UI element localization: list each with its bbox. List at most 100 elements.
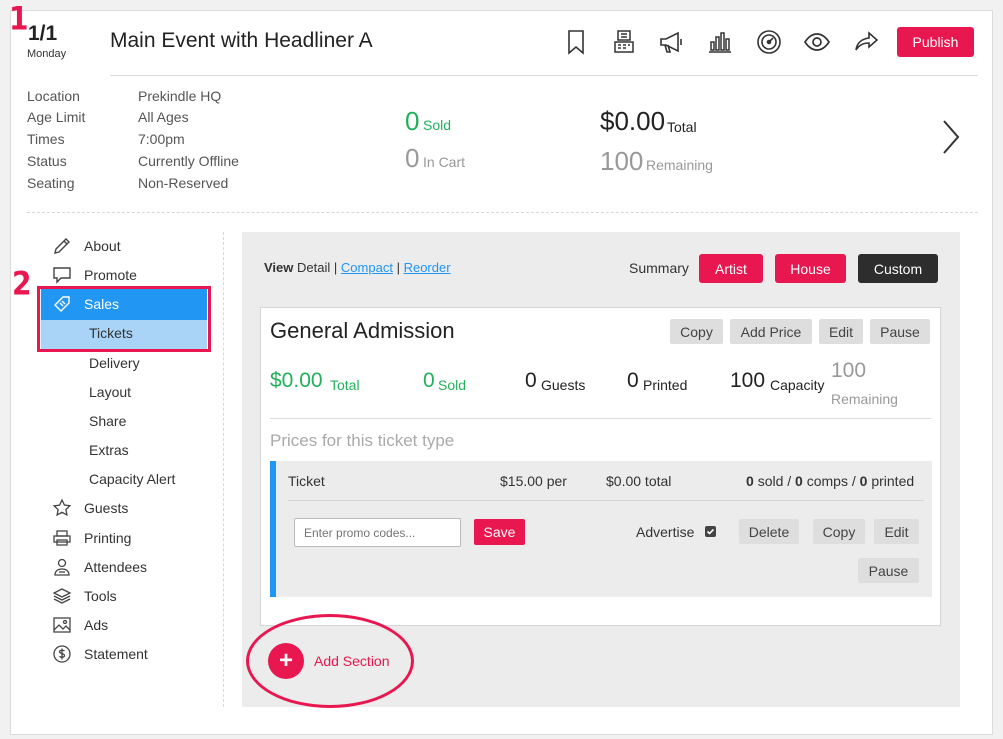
copy-ticket-type-button[interactable]: Copy xyxy=(670,319,723,344)
share-icon[interactable] xyxy=(852,28,880,56)
sidebar-subitem-delivery[interactable]: Delivery xyxy=(89,355,140,371)
sidebar-subitem-layout[interactable]: Layout xyxy=(89,384,131,400)
view-compact-link[interactable]: Compact xyxy=(341,260,393,275)
summary-label: Summary xyxy=(629,260,689,276)
total-label: Total xyxy=(667,119,697,135)
event-title: Main Event with Headliner A xyxy=(110,29,373,52)
total-amount: $0.00 xyxy=(600,106,666,136)
pause-ticket-type-button[interactable]: Pause xyxy=(870,319,930,344)
advertise-label: Advertise xyxy=(636,524,695,540)
type-guests-label: Guests xyxy=(541,377,586,393)
add-price-button[interactable]: Add Price xyxy=(730,319,812,344)
edit-price-button[interactable]: Edit xyxy=(874,519,919,544)
event-weekday: Monday xyxy=(27,48,67,60)
gauge-icon[interactable] xyxy=(755,28,783,56)
sidebar-item-tools[interactable]: Tools xyxy=(52,583,117,609)
prices-heading: Prices for this ticket type xyxy=(270,431,455,450)
chevron-right-icon[interactable] xyxy=(937,116,965,158)
ticket-type-title: General Admission xyxy=(270,318,455,343)
remaining-label: Remaining xyxy=(646,157,713,173)
publish-button[interactable]: Publish xyxy=(897,27,974,57)
delete-price-button[interactable]: Delete xyxy=(739,519,799,544)
sidebar-divider xyxy=(223,232,224,707)
price-sold-label: sold / xyxy=(757,473,792,489)
type-total-amount: $0.00 xyxy=(270,369,323,392)
sidebar-item-ads[interactable]: Ads xyxy=(52,612,108,638)
megaphone-icon[interactable] xyxy=(658,28,686,56)
copy-price-button[interactable]: Copy xyxy=(813,519,865,544)
promo-code-input[interactable] xyxy=(294,518,461,547)
sidebar-item-label: Statement xyxy=(84,646,148,662)
layers-icon xyxy=(52,588,72,604)
type-remaining-count: 100 xyxy=(831,359,867,382)
price-comps-label: comps / xyxy=(806,473,856,489)
sidebar-subitem-share[interactable]: Share xyxy=(89,413,126,429)
sidebar-item-guests[interactable]: Guests xyxy=(52,495,128,521)
sidebar-item-label: Attendees xyxy=(84,559,148,575)
type-sold-label: Sold xyxy=(438,377,467,393)
sidebar-item-attendees[interactable]: Attendees xyxy=(52,554,147,580)
save-promo-button[interactable]: Save xyxy=(474,519,525,545)
summary-house-button[interactable]: House xyxy=(775,254,846,283)
cart-label: In Cart xyxy=(423,154,466,170)
view-reorder-link[interactable]: Reorder xyxy=(404,260,451,275)
price-per: $15.00 per xyxy=(500,473,567,489)
type-total-label: Total xyxy=(330,377,360,393)
type-remaining-label: Remaining xyxy=(831,391,898,407)
type-printed-count: 0 xyxy=(627,369,639,392)
person-icon xyxy=(54,558,70,576)
price-printed-count: 0 xyxy=(859,473,868,489)
eye-icon[interactable] xyxy=(803,28,831,56)
annotation-2: 2 xyxy=(12,264,32,303)
separator: | xyxy=(396,260,400,275)
bookmark-icon[interactable] xyxy=(562,28,590,56)
price-sold-count: 0 xyxy=(746,473,754,489)
sidebar-item-promote[interactable]: Promote xyxy=(52,262,137,288)
price-counts: 0 sold / 0 comps / 0 printed xyxy=(746,473,914,489)
type-printed-label: Printed xyxy=(643,377,688,393)
summary-artist-button[interactable]: Artist xyxy=(699,254,763,283)
info-label-times: Times xyxy=(27,131,65,147)
cart-count: 0 xyxy=(405,143,420,173)
card-divider xyxy=(270,418,931,419)
view-mode-bar: View Detail | Compact | Reorder xyxy=(264,260,451,275)
sidebar-subitem-capacity-alert[interactable]: Capacity Alert xyxy=(89,471,175,487)
highlight-box xyxy=(37,286,211,352)
advertise-checkbox[interactable] xyxy=(705,526,716,537)
info-label-location: Location xyxy=(27,88,80,104)
sidebar-item-label: Tools xyxy=(84,588,117,604)
type-capacity-count: 100 xyxy=(730,369,766,392)
info-label-status: Status xyxy=(27,153,67,169)
bar-chart-icon[interactable] xyxy=(706,28,734,56)
sidebar-subitem-extras[interactable]: Extras xyxy=(89,442,129,458)
sidebar-item-label: Promote xyxy=(84,267,137,283)
event-date: 1/1 xyxy=(28,22,58,45)
summary-custom-button[interactable]: Custom xyxy=(858,254,938,283)
header-divider xyxy=(110,75,978,76)
info-label-seating: Seating xyxy=(27,175,75,191)
view-detail: Detail xyxy=(297,260,331,275)
pause-price-button[interactable]: Pause xyxy=(858,558,919,583)
sidebar-item-about[interactable]: About xyxy=(52,233,121,259)
sidebar-item-statement[interactable]: Statement xyxy=(52,641,148,667)
price-printed-label: printed xyxy=(871,473,915,489)
info-label-age-limit: Age Limit xyxy=(27,109,86,125)
image-icon xyxy=(53,617,71,633)
type-sold-count: 0 xyxy=(423,369,435,392)
sidebar-item-printing[interactable]: Printing xyxy=(52,525,131,551)
price-divider xyxy=(288,500,924,501)
info-value-location: Prekindle HQ xyxy=(138,88,222,104)
remaining-count: 100 xyxy=(600,146,644,176)
speech-bubble-icon xyxy=(53,267,71,284)
type-guests-count: 0 xyxy=(525,369,537,392)
sidebar-item-label: Printing xyxy=(84,530,132,546)
sidebar-item-label: Guests xyxy=(84,500,129,516)
info-value-status: Currently Offline xyxy=(138,153,239,169)
section-divider xyxy=(27,212,978,213)
sidebar-item-label: About xyxy=(84,238,121,254)
register-icon[interactable] xyxy=(610,28,638,56)
checkmark-icon xyxy=(706,528,715,535)
printer-icon xyxy=(53,530,71,546)
edit-ticket-type-button[interactable]: Edit xyxy=(819,319,863,344)
star-icon xyxy=(52,498,72,517)
